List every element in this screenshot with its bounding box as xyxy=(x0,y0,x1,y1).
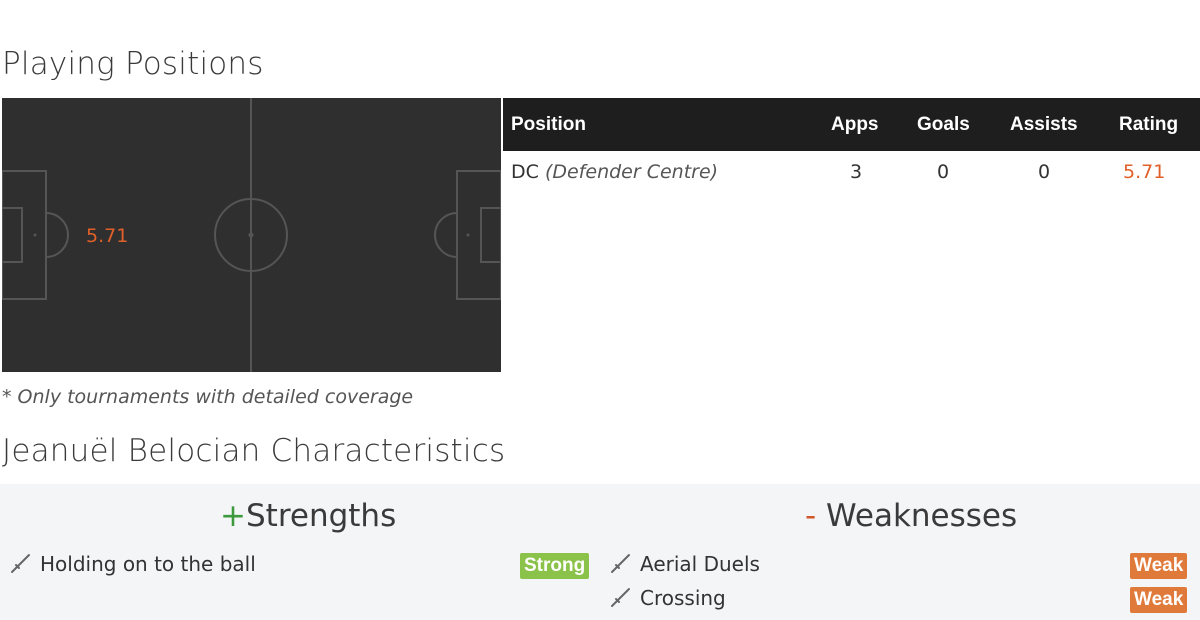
header-position[interactable]: Position xyxy=(511,114,586,136)
position-code: DC xyxy=(511,161,539,183)
playing-positions-title: Playing Positions xyxy=(2,46,264,82)
header-rating[interactable]: Rating xyxy=(1119,114,1178,136)
table-header: Position Apps Goals Assists Rating xyxy=(503,98,1200,151)
weaknesses-label: Weaknesses xyxy=(826,498,1018,534)
weakness-item: Crossing xyxy=(608,586,726,610)
coverage-footnote: * Only tournaments with detailed coverag… xyxy=(2,386,414,408)
goals-cell: 0 xyxy=(937,161,950,183)
sword-icon xyxy=(611,588,630,607)
position-cell: DC (Defender Centre) xyxy=(511,161,718,183)
rating-cell: 5.71 xyxy=(1123,161,1166,183)
strength-label: Holding on to the ball xyxy=(40,552,256,576)
football-pitch: 5.71 xyxy=(2,98,501,372)
sword-icon xyxy=(11,554,30,573)
weakness-item: Aerial Duels xyxy=(608,552,760,576)
weakness-level-badge: Weak xyxy=(1130,587,1188,613)
weakness-level-badge: Weak xyxy=(1130,553,1188,579)
weakness-label: Crossing xyxy=(640,586,726,610)
sword-icon xyxy=(611,554,630,573)
strengths-label: Strengths xyxy=(245,498,397,534)
plus-sign: + xyxy=(220,498,246,534)
apps-cell: 3 xyxy=(850,161,863,183)
positions-table: Position Apps Goals Assists Rating DC (D… xyxy=(503,98,1200,193)
strength-item: Holding on to the ball xyxy=(8,552,256,576)
characteristics-title: Jeanuël Belocian Characteristics xyxy=(2,433,506,469)
table-row: DC (Defender Centre) 3 0 0 5.71 xyxy=(503,151,1200,193)
header-apps[interactable]: Apps xyxy=(831,114,879,136)
pitch-rating-label: 5.71 xyxy=(86,225,129,247)
weaknesses-heading: - Weaknesses xyxy=(805,498,1017,534)
header-goals[interactable]: Goals xyxy=(917,114,970,136)
pitch-lines xyxy=(2,98,501,372)
characteristics-panel: +Strengths - Weaknesses Holding on to th… xyxy=(0,484,1200,620)
weakness-label: Aerial Duels xyxy=(640,552,760,576)
header-assists[interactable]: Assists xyxy=(1010,114,1078,136)
assists-cell: 0 xyxy=(1038,161,1051,183)
strengths-heading: +Strengths xyxy=(220,498,396,534)
position-full: (Defender Centre) xyxy=(544,161,719,183)
strength-level-badge: Strong xyxy=(520,553,590,579)
minus-sign: - xyxy=(805,498,817,534)
